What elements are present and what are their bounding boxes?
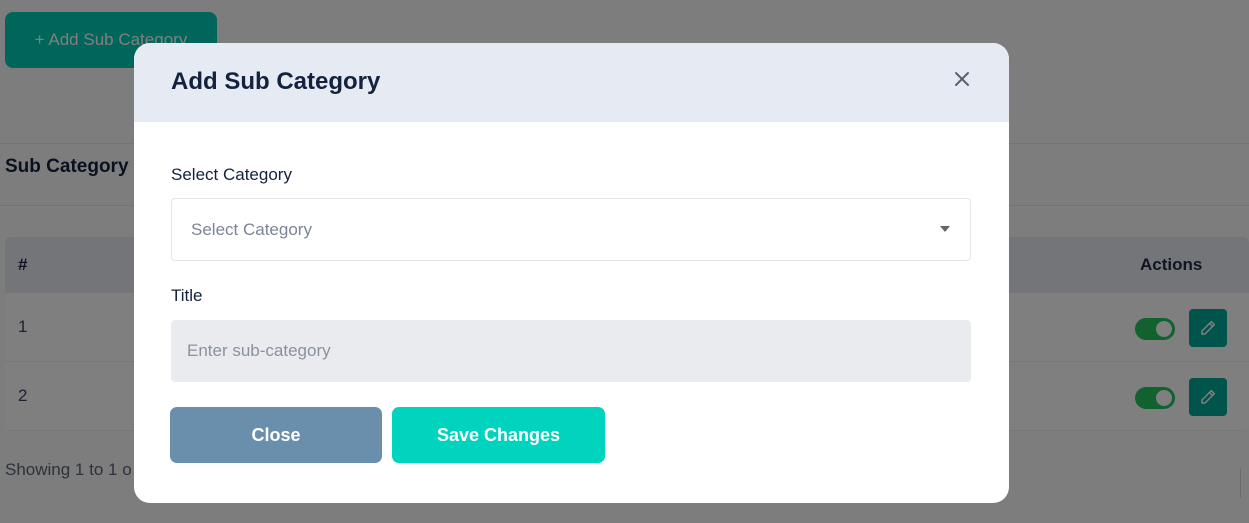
modal-header: Add Sub Category	[134, 43, 1009, 122]
title-label: Title	[171, 286, 203, 305]
category-select[interactable]: Select Category	[171, 198, 971, 261]
category-select-placeholder: Select Category	[191, 220, 312, 239]
modal-title: Add Sub Category	[171, 68, 381, 95]
close-icon[interactable]	[951, 68, 973, 90]
add-sub-category-modal: Add Sub Category Select Category Select …	[134, 43, 1009, 503]
sub-category-title-input[interactable]	[171, 320, 971, 382]
save-changes-button[interactable]: Save Changes	[392, 407, 605, 463]
chevron-down-icon	[940, 226, 950, 232]
select-category-label: Select Category	[171, 165, 292, 184]
close-button[interactable]: Close	[170, 407, 382, 463]
